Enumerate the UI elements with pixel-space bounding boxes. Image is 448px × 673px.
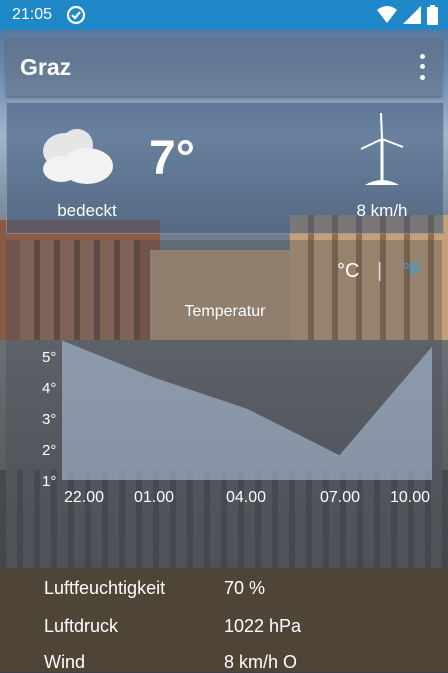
y-tick-label: 5° [42, 349, 56, 366]
temperature-area [62, 341, 432, 481]
battery-icon [427, 5, 438, 25]
cloud-icon [37, 121, 117, 187]
details-panel: Luftfeuchtigkeit 70 % Luftdruck 1022 hPa… [0, 568, 448, 672]
temperature-chart: Temperatur 1° 2° 3° 4° 5° 22.00 01.00 04.00 07.… [0, 290, 448, 560]
x-tick-label: 04.00 [226, 489, 266, 506]
status-bar: 21:05 [0, 0, 448, 30]
x-tick-label: 22.00 [64, 489, 104, 506]
detail-value: 70 % [224, 578, 265, 599]
detail-row-humidity: Luftfeuchtigkeit 70 % [44, 578, 165, 599]
y-tick-label: 1° [42, 473, 56, 490]
app-bar: Graz [6, 38, 442, 96]
wifi-icon [377, 6, 397, 24]
sync-icon [66, 5, 86, 25]
detail-value: 1022 hPa [224, 616, 301, 637]
windmill-icon [359, 109, 405, 189]
unit-separator: | [377, 260, 382, 283]
signal-icon [403, 6, 421, 24]
clock: 21:05 [12, 6, 52, 24]
unit-celsius-toggle[interactable]: °C [337, 260, 359, 283]
wind-speed: 8 km/h [337, 201, 427, 221]
current-weather-card: bedeckt 7° 8 km/h [6, 102, 444, 234]
y-tick-label: 3° [42, 411, 56, 428]
unit-fahrenheit-toggle[interactable]: °F [402, 260, 422, 283]
x-tick-label: 07.00 [320, 489, 360, 506]
y-tick-label: 2° [42, 442, 56, 459]
detail-value: 8 km/h O [224, 652, 297, 673]
x-tick-label: 10.00 [390, 489, 430, 506]
detail-row-wind: Wind 8 km/h O [44, 652, 85, 673]
detail-label: Luftfeuchtigkeit [44, 578, 165, 598]
overflow-menu-icon[interactable] [412, 51, 432, 83]
x-tick-label: 01.00 [134, 489, 174, 506]
detail-row-pressure: Luftdruck 1022 hPa [44, 616, 118, 637]
chart-title: Temperatur [185, 303, 267, 320]
detail-label: Luftdruck [44, 616, 118, 636]
current-temperature: 7° [149, 131, 195, 186]
y-tick-label: 4° [42, 380, 56, 397]
detail-label: Wind [44, 652, 85, 672]
condition-label: bedeckt [27, 201, 147, 221]
city-title: Graz [20, 54, 71, 81]
